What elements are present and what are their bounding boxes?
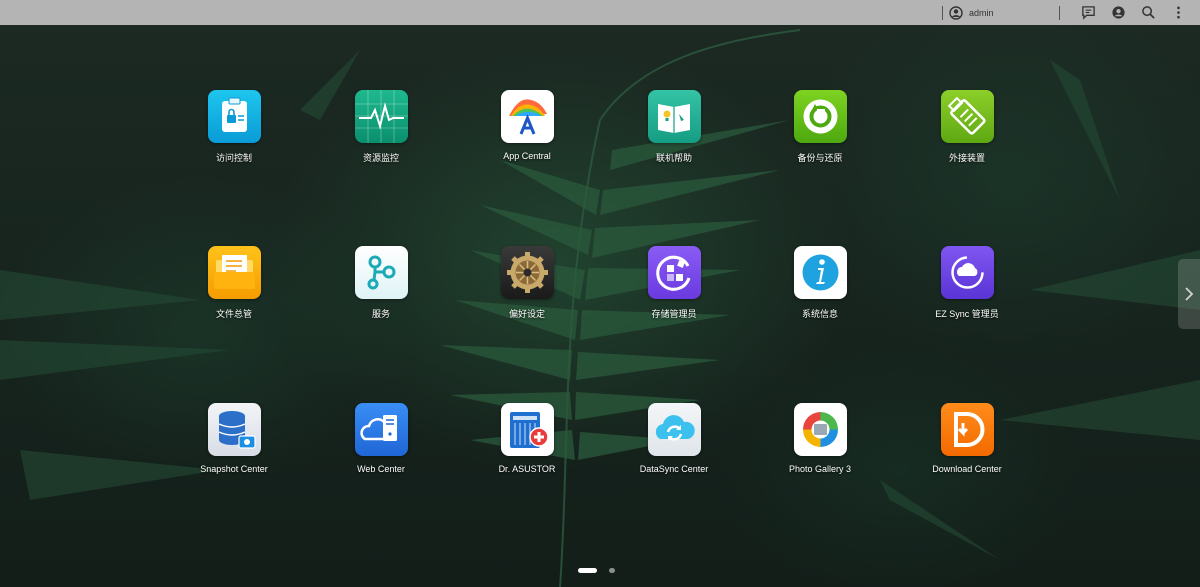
app-web-center[interactable]: Web Center [326, 403, 436, 483]
chevron-right-icon [1185, 287, 1194, 301]
search-button[interactable] [1140, 5, 1156, 21]
app-central-icon [500, 90, 554, 143]
account-icon [1111, 6, 1125, 19]
app-label: Web Center [357, 464, 405, 474]
download-center-icon [940, 403, 994, 456]
app-label: Download Center [932, 464, 1002, 474]
more-button[interactable] [1170, 5, 1186, 21]
app-label: EZ Sync 管理员 [935, 309, 999, 319]
top-bar: admin [0, 0, 1200, 25]
app-activity-monitor[interactable]: 资源监控 [326, 90, 436, 170]
app-datasync-center[interactable]: DataSync Center [619, 403, 729, 483]
message-icon [1081, 6, 1095, 20]
app-system-information[interactable]: 系统信息 [765, 246, 875, 326]
ez-sync-icon [940, 246, 994, 299]
backup-restore-icon [793, 90, 847, 143]
app-label: 备份与还原 [797, 153, 843, 163]
app-download-center[interactable]: Download Center [912, 403, 1022, 483]
app-label: DataSync Center [639, 464, 709, 474]
settings-icon [500, 246, 554, 299]
app-dr-asustor[interactable]: Dr. ASUSTOR [472, 403, 582, 483]
access-control-icon [207, 90, 261, 143]
app-file-explorer[interactable]: 文件总管 [179, 246, 289, 326]
separator [942, 5, 943, 20]
app-storage-manager[interactable]: 存储管理员 [619, 246, 729, 326]
more-icon [1176, 6, 1180, 19]
app-label: 外接装置 [948, 153, 985, 163]
storage-manager-icon [647, 246, 701, 299]
datasync-center-icon [647, 403, 701, 456]
app-label: Photo Gallery 3 [788, 464, 852, 474]
app-backup-restore[interactable]: 备份与还原 [765, 90, 875, 170]
app-label: Snapshot Center [200, 464, 268, 474]
app-external-devices[interactable]: 外接装置 [912, 90, 1022, 170]
app-services[interactable]: 服务 [326, 246, 436, 326]
external-devices-icon [940, 90, 994, 143]
app-label: 偏好设定 [508, 309, 545, 319]
app-label: Dr. ASUSTOR [498, 464, 556, 474]
app-label: 文件总管 [215, 309, 252, 319]
next-page-button[interactable] [1178, 259, 1200, 329]
separator [1059, 5, 1060, 20]
app-ez-sync[interactable]: EZ Sync 管理员 [912, 246, 1022, 326]
user-name: admin [969, 7, 994, 18]
snapshot-center-icon [207, 403, 261, 456]
photo-gallery-icon [793, 403, 847, 456]
account-button[interactable] [1110, 5, 1126, 21]
user-menu[interactable]: admin [949, 5, 1053, 20]
app-settings[interactable]: 偏好设定 [472, 246, 582, 326]
dr-asustor-icon [500, 403, 554, 456]
app-label: 联机帮助 [655, 153, 692, 163]
page-indicator [578, 568, 615, 573]
app-label: App Central [503, 151, 551, 161]
services-icon [354, 246, 408, 299]
app-label: 存储管理员 [651, 309, 697, 319]
app-app-central[interactable]: App Central [472, 90, 582, 170]
activity-monitor-icon [354, 90, 408, 143]
online-help-icon [647, 90, 701, 143]
page-dot-1[interactable] [578, 568, 597, 573]
user-icon [949, 5, 963, 20]
web-center-icon [354, 403, 408, 456]
system-information-icon [793, 246, 847, 299]
app-label: 服务 [371, 309, 390, 319]
app-snapshot-center[interactable]: Snapshot Center [179, 403, 289, 483]
app-online-help[interactable]: 联机帮助 [619, 90, 729, 170]
app-photo-gallery[interactable]: Photo Gallery 3 [765, 403, 875, 483]
message-button[interactable] [1080, 5, 1096, 21]
app-access-control[interactable]: 访问控制 [179, 90, 289, 170]
file-explorer-icon [207, 246, 261, 299]
search-icon [1141, 6, 1155, 19]
app-label: 系统信息 [801, 309, 838, 319]
page-dot-2[interactable] [609, 568, 615, 573]
app-label: 访问控制 [215, 153, 252, 163]
app-label: 资源监控 [362, 153, 399, 163]
